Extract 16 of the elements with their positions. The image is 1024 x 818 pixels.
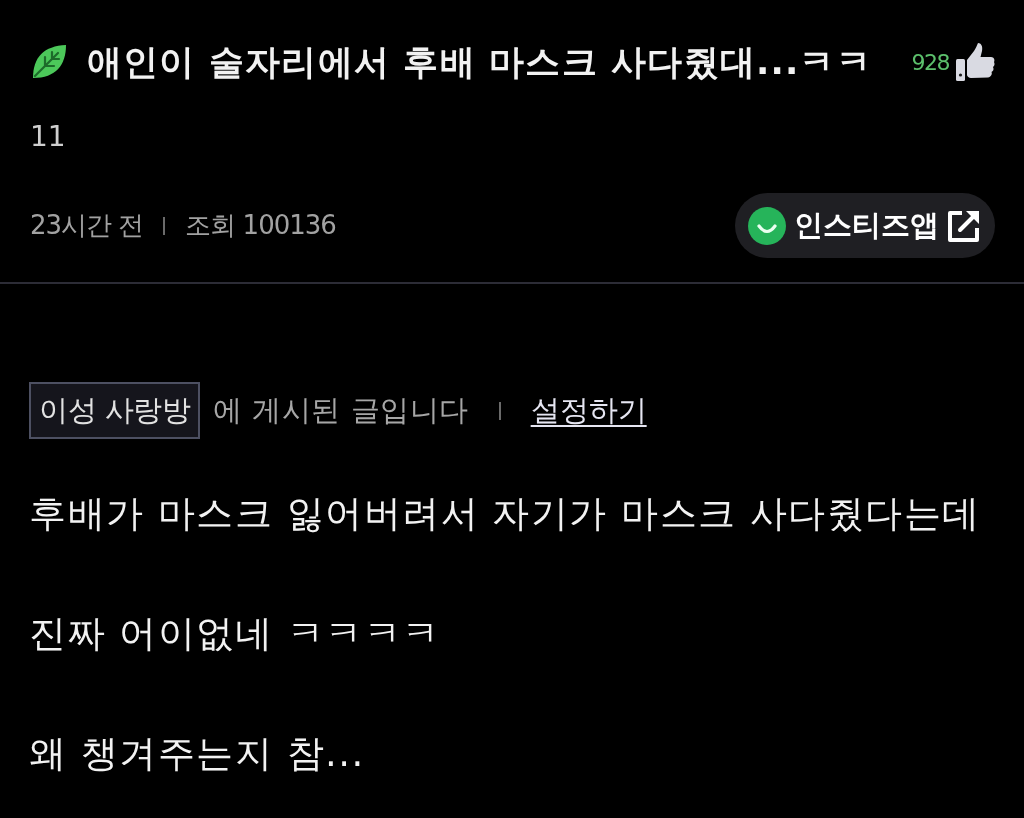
thumbs-up-icon[interactable] <box>955 42 995 82</box>
title-count: 11 <box>30 120 66 154</box>
body-text: 진짜 어이없네 ㅋㅋㅋㅋ <box>29 611 441 657</box>
view-count: 조회 100136 <box>185 209 336 242</box>
app-button[interactable]: 인스티즈앱 <box>735 193 995 258</box>
external-link-icon <box>947 208 981 243</box>
like-count: 928 <box>911 49 949 75</box>
body-text: 왜 챙겨주는지 참... <box>29 731 365 777</box>
post-title: 애인이 술자리에서 후배 마스크 사다줬대...ㅋㅋ <box>87 40 873 84</box>
board-notice: 에 게시된 글입니다 <box>213 391 469 429</box>
board-tag[interactable]: 이성 사랑방 <box>29 382 201 439</box>
leaf-icon <box>30 43 68 81</box>
smile-icon <box>748 206 786 245</box>
post-time: 23시간 전 <box>30 209 144 242</box>
settings-link[interactable]: 설정하기 <box>530 390 647 431</box>
body-text: 후배가 마스크 잃어버려서 자기가 마스크 사다줬다는데 <box>29 491 981 537</box>
